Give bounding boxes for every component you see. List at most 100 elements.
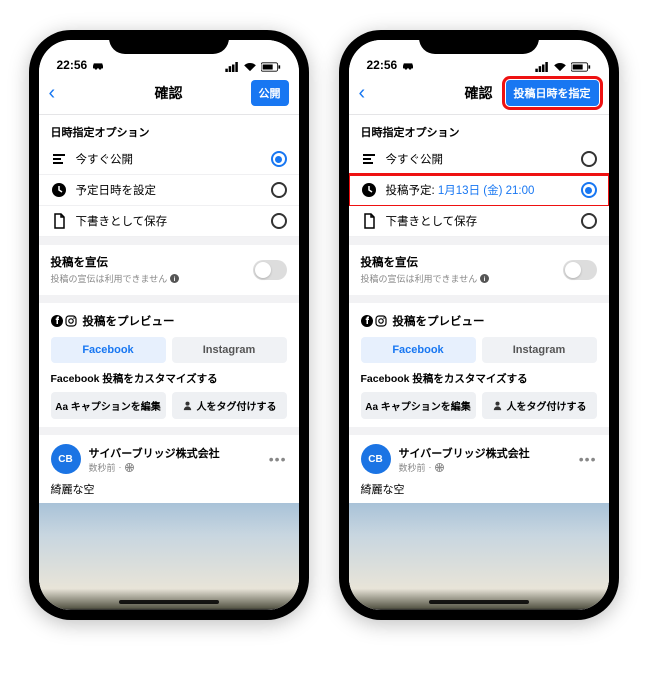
option-label: 今すぐ公開 [386,151,572,167]
post-image[interactable] [39,503,299,610]
wifi-icon [553,62,567,72]
option-label: 投稿予定: 1月13日 (金) 21:00 [386,182,572,198]
post-time: 数秒前 · [399,461,571,474]
radio-unselected[interactable] [271,213,287,229]
option-publish-now[interactable]: 今すぐ公開 [349,144,609,175]
post-time: 数秒前 · [89,461,261,474]
preview-section: 投稿をプレビュー Facebook Instagram Facebook 投稿を… [349,303,609,427]
radio-unselected[interactable] [581,213,597,229]
screen: 22:56 ‹ 確認 公開 日時指定オプション 今すぐ公開 予定日時を設定 [39,40,299,610]
scheduled-datetime: 1月13日 (金) 21:00 [438,185,535,197]
option-schedule[interactable]: 投稿予定: 1月13日 (金) 21:00 [349,175,609,206]
back-button[interactable]: ‹ [49,82,73,105]
radio-unselected[interactable] [581,151,597,167]
instagram-icon [375,315,387,327]
clock-icon [361,182,377,198]
back-button[interactable]: ‹ [359,82,383,105]
post-more-button[interactable]: ••• [579,451,597,467]
promote-sub: 投稿の宣伝は利用できません i [51,272,180,285]
publish-button[interactable]: 公開 [251,80,289,106]
person-icon [492,400,503,411]
preview-title: 投稿をプレビュー [393,313,485,329]
battery-icon [571,62,591,72]
car-icon [401,60,415,70]
notch [109,30,229,54]
post-more-button[interactable]: ••• [269,451,287,467]
status-time: 22:56 [367,58,398,72]
notch [419,30,539,54]
promote-post-row: 投稿を宣伝 投稿の宣伝は利用できません i [349,245,609,295]
svg-text:i: i [174,276,176,283]
tag-people-button[interactable]: 人をタグ付けする [482,392,597,419]
promote-sub: 投稿の宣伝は利用できません i [361,272,490,285]
avatar[interactable]: CB [361,444,391,474]
draft-icon [361,213,377,229]
preview-header: 投稿をプレビュー [51,313,287,329]
publish-icon [51,151,67,167]
avatar[interactable]: CB [51,444,81,474]
promote-title: 投稿を宣伝 [51,254,180,270]
tab-facebook[interactable]: Facebook [361,337,476,363]
info-icon: i [170,274,179,283]
home-indicator[interactable] [429,600,529,604]
post-author[interactable]: サイバーブリッジ株式会社 [399,445,571,461]
option-draft[interactable]: 下書きとして保存 [349,206,609,237]
promote-toggle[interactable] [563,260,597,280]
post-preview: CB サイバーブリッジ株式会社 数秒前 · ••• 綺麗な空 [39,435,299,610]
phone-left: 22:56 ‹ 確認 公開 日時指定オプション 今すぐ公開 予定日時を設定 [29,30,309,620]
customize-label: Facebook 投稿をカスタマイズする [361,371,597,386]
tab-facebook[interactable]: Facebook [51,337,166,363]
globe-icon [435,463,444,472]
svg-text:i: i [484,276,486,283]
schedule-options-header: 日時指定オプション [39,115,299,144]
option-draft[interactable]: 下書きとして保存 [39,206,299,237]
post-preview: CB サイバーブリッジ株式会社 数秒前 · ••• 綺麗な空 [349,435,609,610]
option-label: 下書きとして保存 [386,213,572,229]
nav-bar: ‹ 確認 投稿日時を指定 [349,74,609,115]
edit-caption-button[interactable]: Aa キャプションを編集 [361,392,476,419]
radio-unselected[interactable] [271,182,287,198]
battery-icon [261,62,281,72]
person-icon [182,400,193,411]
promote-toggle[interactable] [253,260,287,280]
signal-icon [225,62,239,72]
phone-right: 22:56 ‹ 確認 投稿日時を指定 日時指定オプション 今すぐ公開 投稿予定:… [339,30,619,620]
preview-section: 投稿をプレビュー Facebook Instagram Facebook 投稿を… [39,303,299,427]
clock-icon [51,182,67,198]
signal-icon [535,62,549,72]
radio-selected[interactable] [581,182,597,198]
tab-instagram[interactable]: Instagram [482,337,597,363]
radio-selected[interactable] [271,151,287,167]
instagram-icon [65,315,77,327]
schedule-options-header: 日時指定オプション [349,115,609,144]
draft-icon [51,213,67,229]
option-schedule[interactable]: 予定日時を設定 [39,175,299,206]
tab-instagram[interactable]: Instagram [172,337,287,363]
status-time: 22:56 [57,58,88,72]
customize-label: Facebook 投稿をカスタマイズする [51,371,287,386]
wifi-icon [243,62,257,72]
nav-bar: ‹ 確認 公開 [39,74,299,115]
facebook-icon [361,315,373,327]
option-label: 下書きとして保存 [76,213,262,229]
tag-people-button[interactable]: 人をタグ付けする [172,392,287,419]
post-image[interactable] [349,503,609,610]
preview-title: 投稿をプレビュー [83,313,175,329]
home-indicator[interactable] [119,600,219,604]
option-publish-now[interactable]: 今すぐ公開 [39,144,299,175]
post-text: 綺麗な空 [361,481,597,497]
option-label: 今すぐ公開 [76,151,262,167]
info-icon: i [480,274,489,283]
promote-title: 投稿を宣伝 [361,254,490,270]
car-icon [91,60,105,70]
edit-caption-button[interactable]: Aa キャプションを編集 [51,392,166,419]
schedule-button[interactable]: 投稿日時を指定 [506,80,599,106]
facebook-icon [51,315,63,327]
publish-icon [361,151,377,167]
option-label: 予定日時を設定 [76,182,262,198]
post-text: 綺麗な空 [51,481,287,497]
post-author[interactable]: サイバーブリッジ株式会社 [89,445,261,461]
preview-header: 投稿をプレビュー [361,313,597,329]
promote-post-row: 投稿を宣伝 投稿の宣伝は利用できません i [39,245,299,295]
globe-icon [125,463,134,472]
